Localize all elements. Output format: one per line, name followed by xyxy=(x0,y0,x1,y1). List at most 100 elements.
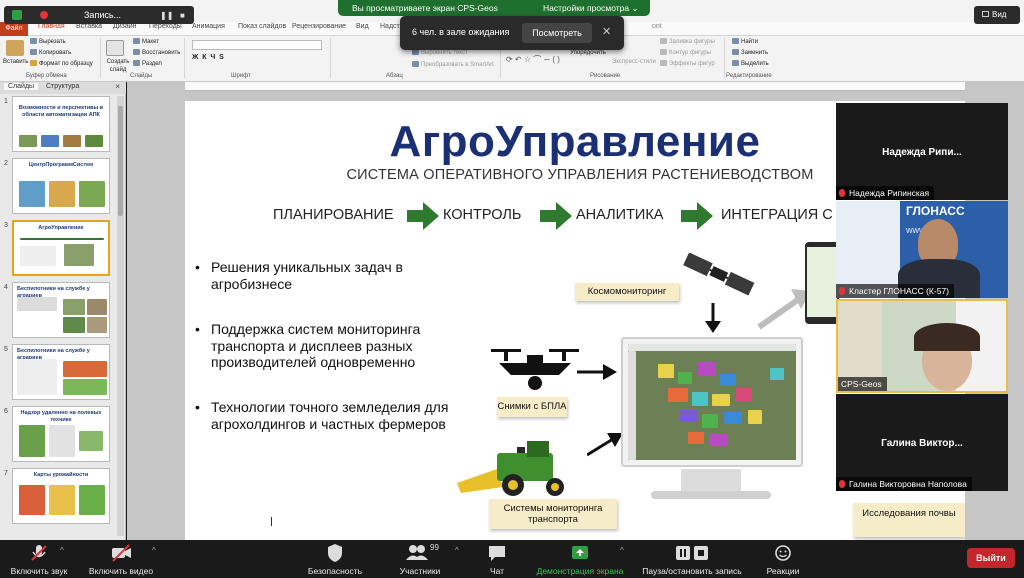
tab-transitions[interactable]: Переходы xyxy=(149,23,182,30)
participant-tile-active[interactable]: CPS-Geos xyxy=(836,299,1008,393)
participant-name-label: Кластер ГЛОНАСС (К-57) xyxy=(849,286,949,296)
cut-button[interactable]: Вырезать xyxy=(30,38,66,46)
replace-button[interactable]: Заменить xyxy=(732,49,768,57)
slide-thumbnail[interactable]: 7 Карты урожайности xyxy=(0,468,116,526)
shape-outline-button[interactable]: Контур фигуры xyxy=(660,49,711,57)
tab-home[interactable]: Главная xyxy=(38,23,65,30)
section-button[interactable]: Раздел xyxy=(133,60,162,68)
map-field xyxy=(658,364,674,378)
slide-thumbnail[interactable]: 1 Возможности и перспективы в области ав… xyxy=(0,96,116,154)
thumbnail-image: Беспилотники на службе у аграриев xyxy=(12,344,110,400)
chat-icon xyxy=(489,546,505,561)
map-field xyxy=(724,412,742,424)
chevron-up-icon[interactable]: ^ xyxy=(152,546,156,555)
monitor-graphic xyxy=(621,337,803,467)
thumbnail-title: Возможности и перспективы в области авто… xyxy=(18,105,104,118)
new-slide-button[interactable]: Создать слайд xyxy=(103,58,133,74)
tab-insert[interactable]: Вставка xyxy=(76,23,102,30)
tab-review[interactable]: Рецензирование xyxy=(292,23,346,30)
map-sidebar xyxy=(628,351,636,460)
tab-outline[interactable]: Структура xyxy=(46,83,79,90)
shape-fill-button[interactable]: Заливка фигуры xyxy=(660,38,715,46)
tab-slideshow[interactable]: Показ слайдов xyxy=(238,23,286,30)
close-icon[interactable]: × xyxy=(115,82,120,91)
font-format-buttons[interactable]: Ж К Ч S xyxy=(192,54,224,62)
stop-recording-icon[interactable]: ■ xyxy=(180,11,185,20)
security-button[interactable]: Безопасность xyxy=(300,543,370,576)
tab-design[interactable]: Дизайн xyxy=(113,23,137,30)
format-painter-button[interactable]: Формат по образцу xyxy=(30,60,93,68)
thumb-photo xyxy=(41,135,59,147)
thumb-photo xyxy=(85,135,103,147)
view-options-menu[interactable]: Настройки просмотра ⌄ xyxy=(543,3,639,14)
pause-recording-icon[interactable]: ❚❚ xyxy=(160,11,173,20)
map-field xyxy=(748,410,762,424)
thumb-flow xyxy=(20,238,104,240)
participant-tile[interactable]: ГЛОНАСС www.....t.ru Кластер ГЛОНАСС (К-… xyxy=(836,201,1008,298)
slide-thumbnail[interactable]: 6 Надзор удаленно на полевых технике xyxy=(0,406,116,464)
meeting-toolbar: Включить звук ^ Включить видео ^ Безопас… xyxy=(0,540,1024,578)
thumb-photo xyxy=(19,181,45,207)
bullet-text: Технологии точного земледелия для агрохо… xyxy=(211,399,449,432)
slide-thumbnail[interactable]: 2 ЦентрПрограммСистем xyxy=(0,158,116,216)
scroll-thumb[interactable] xyxy=(118,106,123,216)
thumbnail-image: Надзор удаленно на полевых технике xyxy=(12,406,110,462)
recording-indicator: Запись... ❚❚ ■ xyxy=(4,6,194,24)
align-text-label: Выровнять текст xyxy=(421,50,468,56)
title-fragment: ont xyxy=(652,23,662,30)
pane-scrollbar[interactable] xyxy=(117,96,124,536)
find-button[interactable]: Найти xyxy=(732,38,758,46)
participants-button[interactable]: Участники xyxy=(390,543,450,576)
chevron-up-icon[interactable]: ^ xyxy=(620,546,624,555)
tab-file[interactable]: Файл xyxy=(0,22,28,36)
participant-tile[interactable]: Надежда Рипи... Надежда Рипинская xyxy=(836,103,1008,200)
arrange-button[interactable]: Упорядочить xyxy=(570,49,606,57)
security-label: Безопасность xyxy=(307,566,363,576)
layout-icon xyxy=(133,38,140,45)
map-toolbar xyxy=(628,344,796,351)
tab-animation[interactable]: Анимация xyxy=(192,23,225,30)
select-button[interactable]: Выделить xyxy=(732,60,769,68)
smartart-label: Преобразовать в SmartArt xyxy=(421,62,494,68)
font-name-box[interactable] xyxy=(192,40,322,50)
quick-styles-button[interactable]: Экспресс-стили xyxy=(612,58,656,66)
fill-label: Заливка фигуры xyxy=(669,39,715,45)
thumb-photo xyxy=(63,299,85,315)
shapes-gallery-row2[interactable]: ⟳ ↶ ☆ ⌒ ∽ ( ) xyxy=(506,56,560,64)
slide-thumbnail[interactable]: 4 Беспилотники на службе у аграриев xyxy=(0,282,116,340)
participant-tile[interactable]: Галина Виктор... Галина Викторовна Напол… xyxy=(836,394,1008,491)
leave-meeting-button[interactable]: Выйти xyxy=(967,548,1015,568)
chevron-up-icon[interactable]: ^ xyxy=(60,546,64,555)
tab-view[interactable]: Вид xyxy=(356,23,369,30)
slide-number: 1 xyxy=(4,98,8,105)
new-slide-icon[interactable] xyxy=(106,40,124,56)
flow-step-control: КОНТРОЛЬ xyxy=(443,207,522,223)
view-button[interactable]: Вид xyxy=(974,6,1020,24)
share-banner-text: Вы просматриваете экран CPS-Geos xyxy=(352,3,498,13)
paste-icon[interactable] xyxy=(6,40,24,56)
group-editing-label: Редактирование xyxy=(726,73,772,79)
smartart-button[interactable]: Преобразовать в SmartArt xyxy=(412,61,494,69)
align-text-button[interactable]: Выровнять текст xyxy=(412,49,468,57)
slide-thumbnail[interactable]: 5 Беспилотники на службе у аграриев xyxy=(0,344,116,402)
group-paragraph-label: Абзац xyxy=(386,73,403,79)
copy-button[interactable]: Копировать xyxy=(30,49,71,57)
share-screen-button[interactable]: Демонстрация экрана xyxy=(532,543,628,576)
waiting-room-view-button[interactable]: Посмотреть xyxy=(522,23,592,43)
tab-slides[interactable]: Слайды xyxy=(4,83,39,90)
slide-thumbnail-selected[interactable]: 3 АгроУправление xyxy=(0,220,116,278)
pause-stop-recording-button[interactable]: Пауза/остановить запись xyxy=(636,543,748,576)
close-icon[interactable]: ✕ xyxy=(602,25,611,38)
start-video-button[interactable]: Включить видео xyxy=(84,543,158,576)
thumbnail-image: ЦентрПрограммСистем xyxy=(12,158,110,214)
shape-effects-button[interactable]: Эффекты фигур xyxy=(660,60,715,68)
chevron-up-icon[interactable]: ^ xyxy=(455,546,459,555)
paste-button[interactable]: Вставить xyxy=(3,58,28,66)
section-icon xyxy=(133,60,140,67)
chat-label: Чат xyxy=(489,566,505,576)
layout-button[interactable]: Макет xyxy=(133,38,159,46)
chat-button[interactable]: Чат xyxy=(474,543,520,576)
reactions-button[interactable]: Реакции xyxy=(758,543,808,576)
reset-button[interactable]: Восстановить xyxy=(133,49,180,57)
arrow-right-icon xyxy=(577,364,617,380)
